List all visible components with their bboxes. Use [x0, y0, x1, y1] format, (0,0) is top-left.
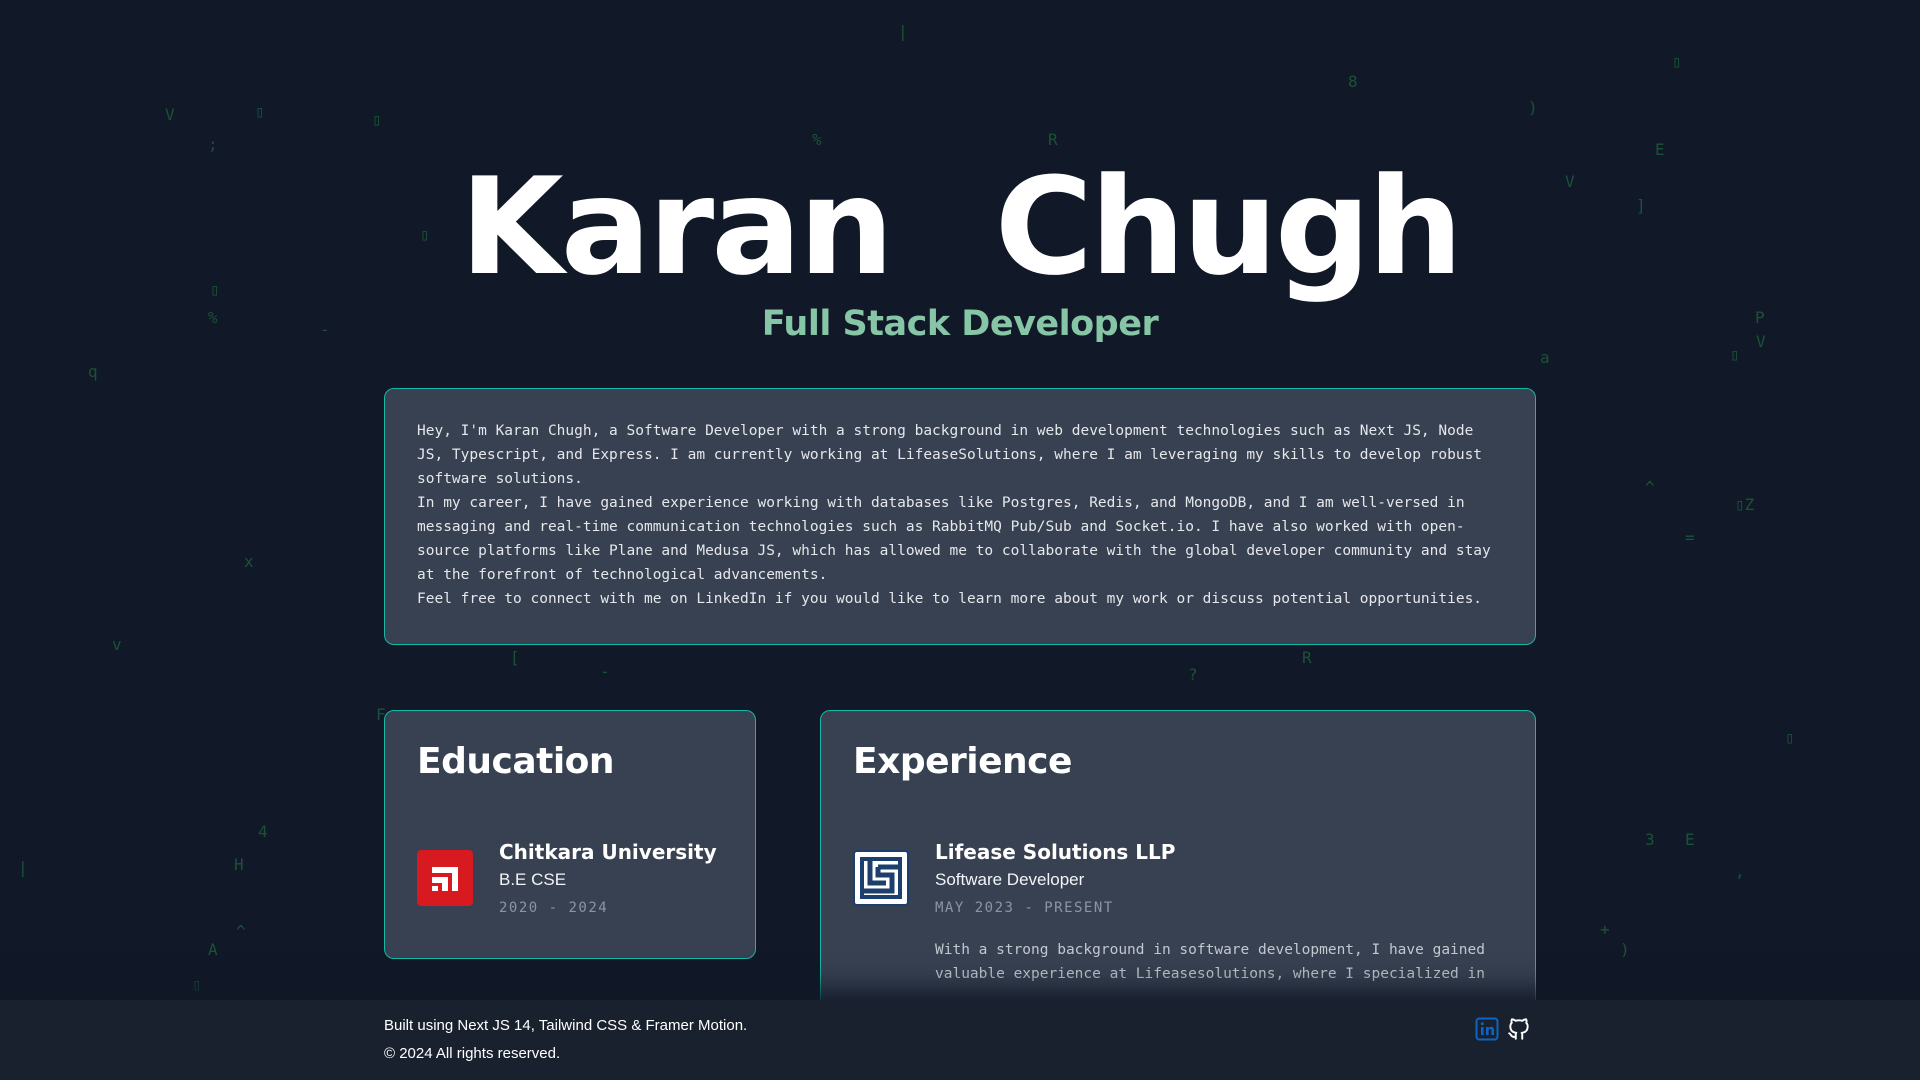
matrix-glyph: x: [244, 552, 254, 571]
matrix-glyph: ^: [236, 922, 246, 941]
matrix-glyph: ?: [1188, 665, 1198, 684]
matrix-glyph: ▯: [1785, 728, 1795, 747]
matrix-glyph: ▯: [255, 102, 265, 121]
hero-role: Full Stack Developer: [761, 304, 1159, 344]
matrix-glyph: =: [1685, 528, 1695, 547]
matrix-glyph: ▯: [372, 110, 382, 129]
matrix-glyph: [: [510, 648, 520, 667]
linkedin-icon[interactable]: [1474, 1016, 1500, 1042]
matrix-glyph: -: [600, 662, 610, 681]
education-title: Education: [417, 741, 615, 782]
about-paragraph: Hey, I'm Karan Chugh, a Software Develop…: [417, 423, 1483, 487]
about-paragraph: In my career, I have gained experience w…: [417, 495, 1491, 583]
matrix-glyph: ▯Z: [1735, 495, 1755, 514]
footer-copyright: © 2024 All rights reserved.: [384, 1045, 561, 1062]
matrix-glyph: q: [88, 362, 98, 381]
matrix-glyph: ): [1620, 940, 1630, 959]
matrix-glyph: |: [18, 858, 28, 877]
matrix-glyph: ;: [208, 135, 218, 154]
matrix-glyph: 4: [258, 822, 268, 841]
matrix-glyph: 8: [1348, 72, 1358, 91]
company-name: Lifease Solutions LLP: [935, 840, 1176, 864]
matrix-glyph: R: [1048, 130, 1058, 149]
matrix-glyph: A: [208, 940, 218, 959]
footer-built-with: Built using Next JS 14, Tailwind CSS & F…: [384, 1017, 748, 1034]
matrix-glyph: H: [234, 855, 244, 874]
chitkara-logo-icon: [417, 850, 473, 906]
education-dates: 2020 - 2024: [499, 900, 609, 916]
matrix-glyph: ▯: [192, 975, 202, 994]
about-paragraph: Feel free to connect with me on LinkedIn…: [417, 591, 1483, 607]
matrix-glyph: +: [1600, 920, 1610, 939]
matrix-glyph: ): [1528, 98, 1538, 117]
matrix-glyph: V: [165, 105, 175, 124]
matrix-glyph: %: [812, 130, 822, 149]
job-role: Software Developer: [935, 870, 1085, 889]
lifease-logo-icon: [853, 850, 909, 906]
matrix-glyph: ^: [1645, 478, 1655, 497]
institution-name: Chitkara University: [499, 840, 717, 864]
matrix-glyph: ▯: [1672, 52, 1682, 71]
github-icon[interactable]: [1506, 1016, 1532, 1042]
experience-description: With a strong background in software dev…: [935, 942, 1485, 982]
matrix-glyph: ▯: [1730, 345, 1740, 364]
education-entry: Chitkara University B.E CSE 2020 - 2024: [417, 840, 723, 916]
matrix-glyph: a: [1540, 348, 1550, 367]
footer: Built using Next JS 14, Tailwind CSS & F…: [0, 1000, 1920, 1080]
matrix-glyph: R: [1302, 648, 1312, 667]
about-card: Hey, I'm Karan Chugh, a Software Develop…: [384, 388, 1536, 645]
matrix-glyph: |: [898, 22, 908, 41]
hero-section: Karan Chugh Full Stack Developer: [0, 160, 1920, 344]
matrix-glyph: E: [1685, 830, 1695, 849]
experience-entry: Lifease Solutions LLP Software Developer…: [853, 840, 1503, 986]
matrix-glyph: 3: [1645, 830, 1655, 849]
education-card: Education Chitkara University B.E CSE 20…: [384, 710, 756, 959]
experience-card: Experience Lifease Solutions LLP Softwar…: [820, 710, 1536, 1010]
experience-title: Experience: [853, 741, 1072, 782]
experience-dates: MAY 2023 - PRESENT: [935, 900, 1114, 916]
matrix-glyph: E: [1655, 140, 1665, 159]
hero-name: Karan Chugh: [459, 149, 1463, 305]
matrix-glyph: v: [112, 635, 122, 654]
degree: B.E CSE: [499, 870, 567, 889]
matrix-glyph: ,: [1735, 862, 1745, 881]
